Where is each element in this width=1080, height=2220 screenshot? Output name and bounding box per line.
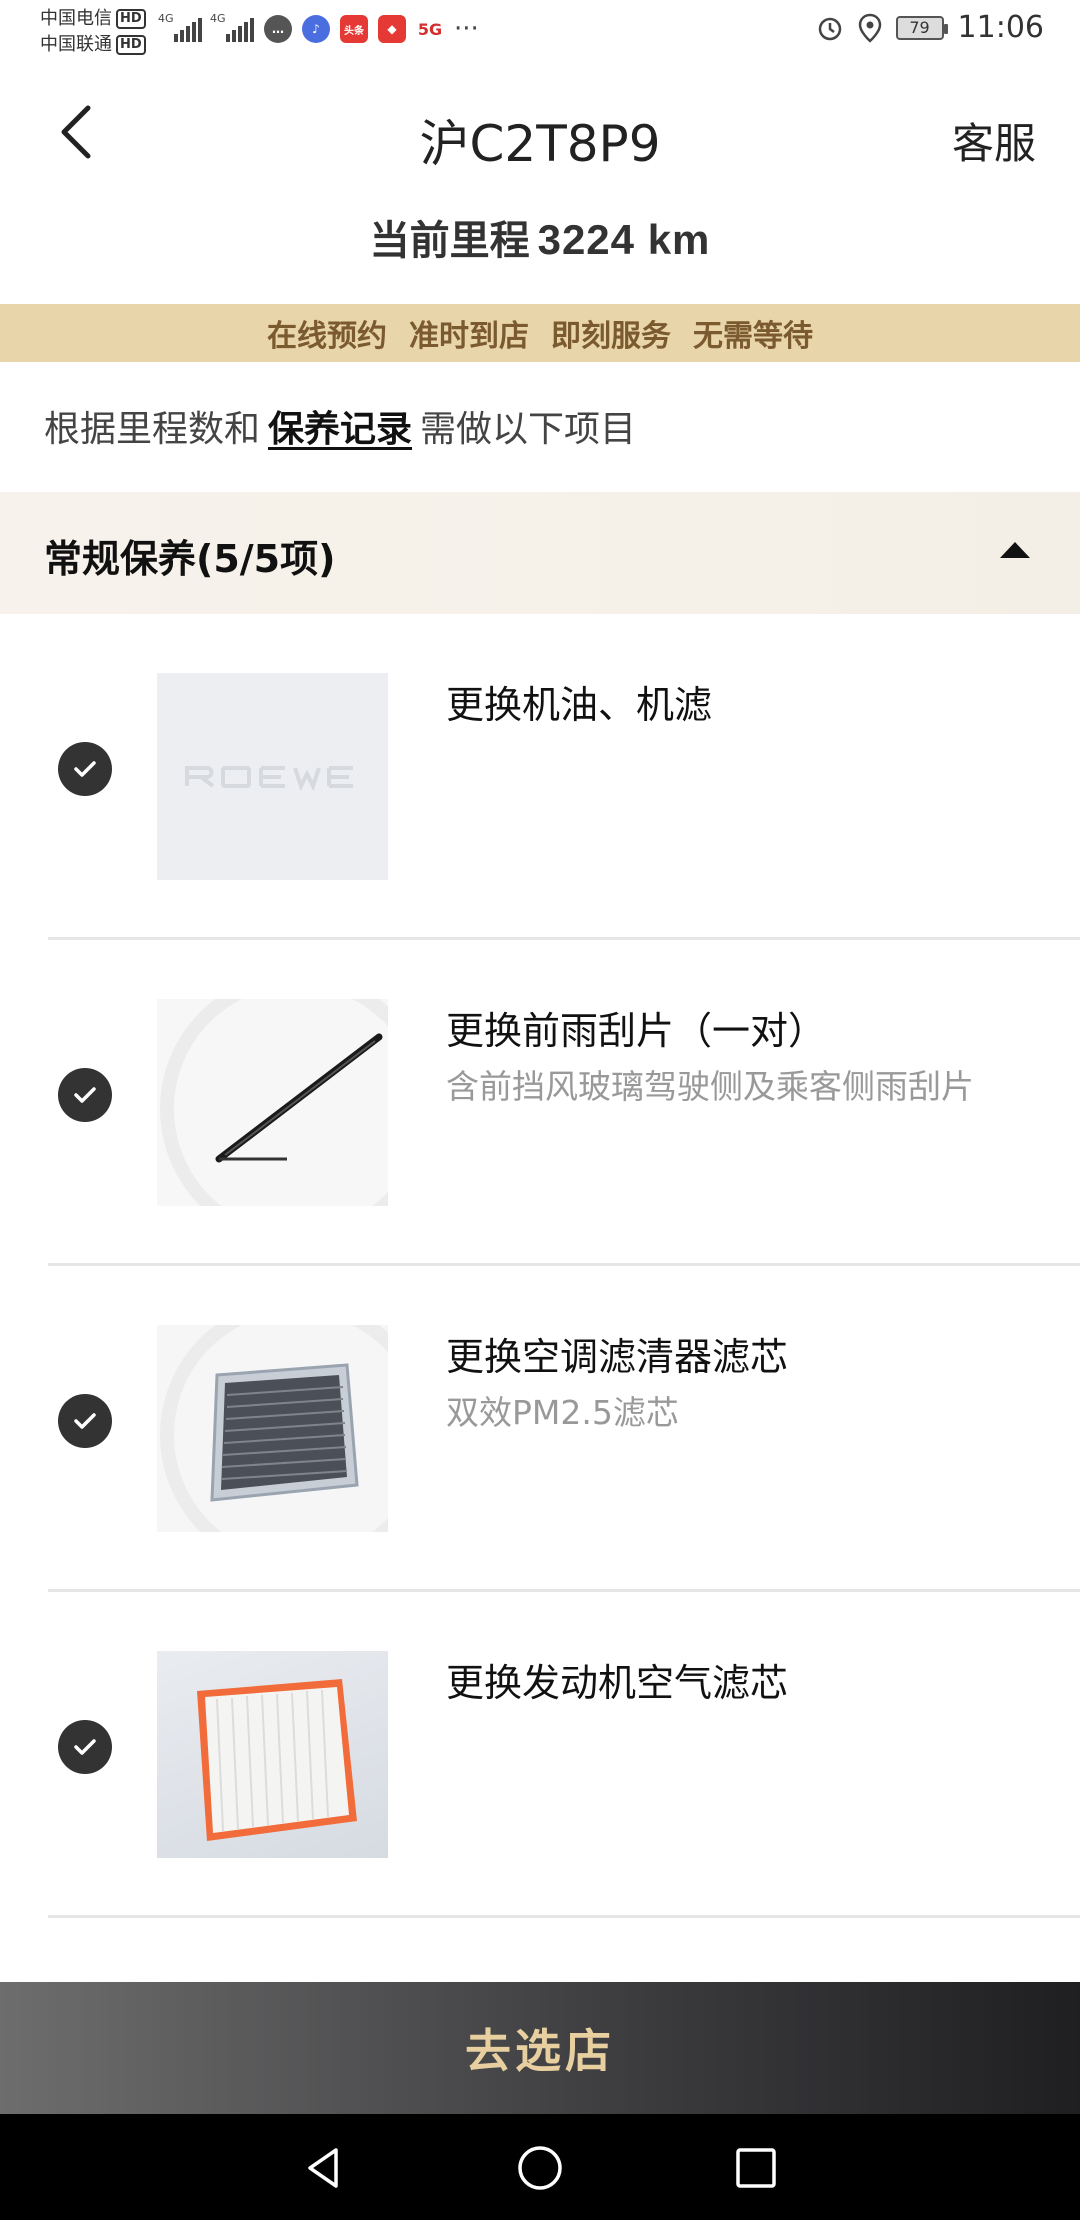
cabin-filter-image [157,1325,388,1532]
carrier-info: 中国电信 HD 中国联通 HD [40,6,146,58]
signal-icon: 4G [210,12,254,42]
mileage-label: 当前里程 [369,218,530,264]
hd-badge: HD [116,35,146,55]
carrier-1: 中国电信 [40,8,112,29]
wiper-blade-image [157,999,388,1206]
wiper-blade-picture [160,999,388,1206]
check-icon [74,1739,96,1755]
list-item[interactable]: 更换空调滤清器滤芯 双效PM2.5滤芯 [0,1266,1080,1592]
checkbox-checked[interactable] [58,742,112,796]
page: 中国电信 HD 中国联通 HD 4G 4G … ♪ 头条 ◆ 5G ··· 79 1… [0,0,1080,2220]
status-right: 79 11:06 [816,10,1044,45]
list-item[interactable]: 更换机油、机滤 [0,614,1080,940]
more-icon: ··· [454,14,479,44]
cabin-filter-picture [160,1325,388,1532]
divider [48,1915,1080,1918]
nav-home-icon [518,2146,562,2190]
toutiao-icon: 头条 [340,15,368,43]
list-item[interactable]: 更换发动机空气滤芯 [0,1592,1080,1918]
engine-air-filter-picture [197,1679,357,1841]
section-title: 常规保养(5/5项) [44,537,336,581]
banner-text: 即刻服务 [551,319,671,354]
signal-label: 4G [158,12,174,25]
banner-text: 在线预约 [267,319,387,354]
current-mileage: 当前里程 3224 km [0,208,1080,266]
mileage-value: 3224 km [537,216,711,263]
check-icon [74,1087,96,1103]
signal-icon: 4G [158,12,202,42]
check-icon [74,1413,96,1429]
banner-text: 准时到店 [409,319,529,354]
select-store-button[interactable]: 去选店 [0,1982,1080,2114]
roewe-logo [184,765,353,791]
nav-recents-icon [736,2148,776,2188]
clock: 11:06 [957,10,1044,45]
checkbox-checked[interactable] [58,1394,112,1448]
check-icon [74,761,96,777]
hd-badge: HD [116,9,146,29]
item-name: 更换发动机空气滤芯 [446,1661,789,1705]
maintenance-hint: 根据里程数和 保养记录 需做以下项目 [44,400,636,452]
huawei-icon: ◆ [378,15,406,43]
hint-suffix: 需做以下项目 [420,409,637,450]
promo-banner: 在线预约 准时到店 即刻服务 无需等待 [0,304,1080,362]
nav-home-button[interactable] [514,2142,566,2194]
system-navigation-bar [0,2114,1080,2220]
section-header[interactable]: 常规保养(5/5项) [0,492,1080,614]
music-icon: ♪ [302,15,330,43]
carrier-2: 中国联通 [40,34,112,55]
nav-back-icon [308,2148,338,2188]
status-bar: 中国电信 HD 中国联通 HD 4G 4G … ♪ 头条 ◆ 5G ··· 79 1… [0,0,1080,64]
signal-label: 4G [210,12,226,25]
header: 沪C2T8P9 客服 [0,64,1080,212]
item-name: 更换机油、机滤 [446,683,713,727]
location-icon [858,13,881,43]
list-item[interactable]: 更换前雨刮片（一对） 含前挡风玻璃驾驶侧及乘客侧雨刮片 [0,940,1080,1266]
page-title: 沪C2T8P9 [419,115,661,173]
message-icon: … [264,15,292,43]
notification-icons: 4G 4G … ♪ 头条 ◆ 5G ··· [158,12,479,44]
roewe-placeholder-image [157,673,388,880]
nav-back-button[interactable] [298,2142,350,2194]
battery-icon: 79 [895,15,948,40]
checkbox-checked[interactable] [58,1068,112,1122]
item-name: 更换空调滤清器滤芯 [446,1335,789,1379]
item-desc: 双效PM2.5滤芯 [446,1393,679,1432]
maintenance-record-link[interactable]: 保养记录 [268,409,412,450]
customer-service-button[interactable]: 客服 [952,110,1036,171]
item-name: 更换前雨刮片（一对） [446,1009,827,1053]
hint-prefix: 根据里程数和 [44,409,261,450]
collapse-caret-icon[interactable] [1000,542,1030,558]
checkbox-checked[interactable] [58,1720,112,1774]
engine-air-filter-image [157,1651,388,1858]
alarm-icon [818,17,841,40]
item-desc: 含前挡风玻璃驾驶侧及乘客侧雨刮片 [446,1067,974,1106]
banner-text: 无需等待 [693,319,813,354]
5g-icon: 5G [417,19,443,39]
nav-recents-button[interactable] [730,2142,782,2194]
